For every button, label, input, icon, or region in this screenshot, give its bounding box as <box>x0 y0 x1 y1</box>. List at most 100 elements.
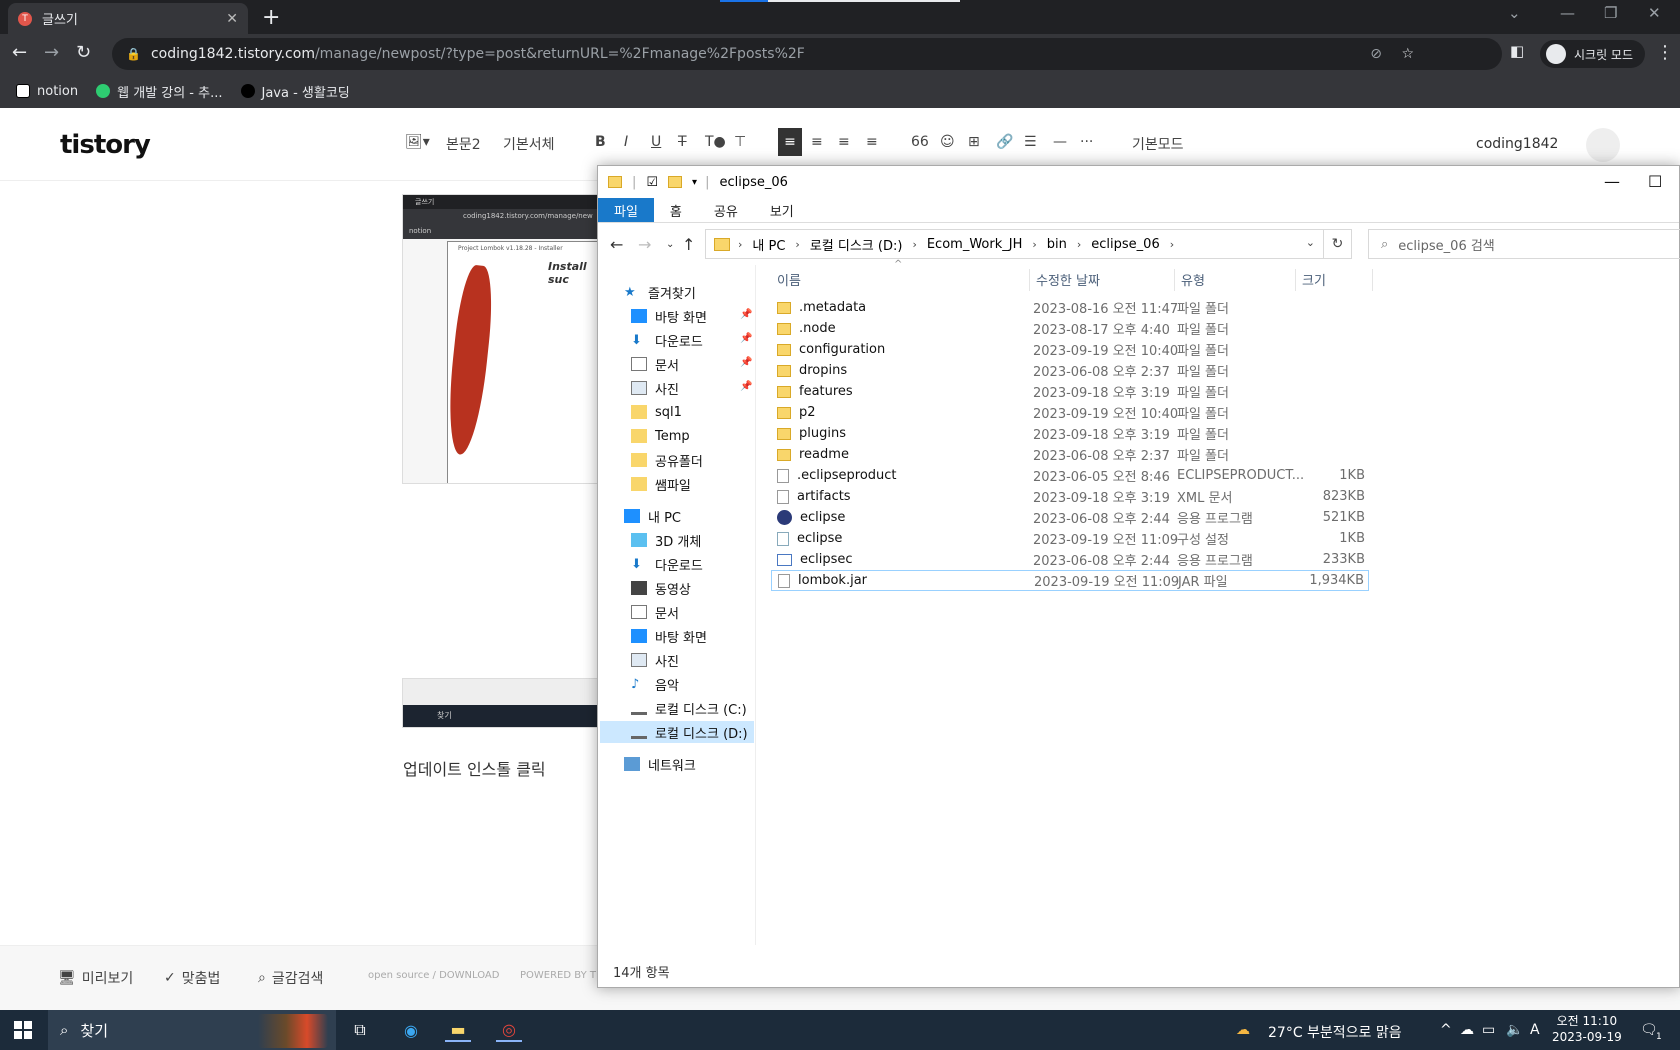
explorer-minimize-icon[interactable]: — <box>1604 172 1620 191</box>
reload-icon[interactable]: ↻ <box>76 42 91 63</box>
font-select[interactable]: 기본서체 <box>503 134 555 154</box>
more-icon[interactable]: ··· <box>1080 134 1093 150</box>
forward-icon[interactable]: → <box>44 42 59 63</box>
column-header-size[interactable]: 크기 <box>1302 267 1326 291</box>
file-row[interactable]: eclipse 2023-06-08 오후 2:44 응용 프로그램 521KB <box>771 507 1369 528</box>
nav-item-music[interactable]: ♪ 음악 <box>631 673 679 695</box>
task-view-icon[interactable]: ⧉ <box>347 1018 373 1042</box>
nav-item-pc-pictures[interactable]: 사진 <box>631 649 679 671</box>
chevron-right-icon[interactable]: › <box>738 238 742 251</box>
screenshot-image-taskbar[interactable]: 찾기 <box>402 678 599 728</box>
chrome-icon[interactable]: ◎ <box>496 1018 522 1042</box>
nav-item-documents[interactable]: 문서 <box>631 353 679 375</box>
menu-icon[interactable]: ⋮ <box>1656 42 1674 63</box>
windows-start-icon[interactable] <box>14 1021 32 1039</box>
quick-access-dropdown-icon[interactable]: ▾ <box>692 177 697 188</box>
file-row[interactable]: eclipse 2023-09-19 오전 11:09 구성 설정 1KB <box>771 528 1369 549</box>
properties-icon[interactable]: ☑ <box>646 175 658 190</box>
nav-network[interactable]: 네트워크 <box>624 753 696 775</box>
close-tab-icon[interactable]: ✕ <box>226 11 238 27</box>
back-icon[interactable]: ← <box>12 42 27 63</box>
text-background-icon[interactable]: ⊤ <box>734 134 746 150</box>
preview-button[interactable]: 🖥 미리보기 <box>58 968 133 988</box>
nav-this-pc[interactable]: 내 PC <box>624 505 681 527</box>
nav-item-3d-objects[interactable]: 3D 개체 <box>631 529 701 551</box>
incognito-badge[interactable]: 시크릿 모드 <box>1540 40 1646 68</box>
tab-write-post[interactable]: T 글쓰기 ✕ <box>8 3 248 34</box>
spellcheck-button[interactable]: ✓ 맞춤법 <box>164 968 220 988</box>
new-tab-icon[interactable]: + <box>262 5 280 30</box>
ribbon-tab-home[interactable]: 홈 <box>654 198 698 222</box>
tab-search-icon[interactable]: ⌄ <box>1508 4 1521 22</box>
edge-icon[interactable]: ◉ <box>398 1018 424 1042</box>
editor-mode-select[interactable]: 기본모드 <box>1132 134 1184 154</box>
column-header-type[interactable]: 유형 <box>1181 267 1205 291</box>
nav-item-pc-documents[interactable]: 문서 <box>631 601 679 623</box>
nav-item-teacher-files[interactable]: 쌤파일 <box>631 473 691 495</box>
back-icon[interactable]: ← <box>610 235 623 254</box>
breadcrumb-this-pc[interactable]: 내 PC <box>752 235 785 254</box>
nav-item-drive-d[interactable]: 로컬 디스크 (D:) <box>600 721 754 743</box>
align-left-icon[interactable]: ≡ <box>778 128 802 156</box>
breadcrumb-eclipse-06[interactable]: eclipse_06 <box>1091 237 1159 252</box>
file-row[interactable]: .node 2023-08-17 오후 4:40 파일 폴더 <box>771 318 1369 339</box>
eye-off-icon[interactable]: ⊘ <box>1370 46 1382 62</box>
link-icon[interactable]: 🔗 <box>996 134 1013 150</box>
file-row[interactable]: .eclipseproduct 2023-06-05 오전 8:46 ECLIPSE… <box>771 465 1369 486</box>
pin-icon[interactable]: 📌 <box>740 357 752 368</box>
file-row[interactable]: features 2023-09-18 오후 3:19 파일 폴더 <box>771 381 1369 402</box>
post-body-text[interactable]: 업데이트 인스톨 클릭 <box>403 756 546 780</box>
explorer-address-bar[interactable]: › 내 PC › 로컬 디스크 (D:) › Ecom_Work_JH › bi… <box>705 229 1324 259</box>
bookmark-star-icon[interactable]: ☆ <box>1401 46 1414 62</box>
nav-item-pictures[interactable]: 사진 <box>631 377 679 399</box>
weather-text[interactable]: 27°C 부분적으로 맑음 <box>1268 1022 1402 1042</box>
pin-icon[interactable]: 📌 <box>740 381 752 392</box>
file-row[interactable]: readme 2023-06-08 오후 2:37 파일 폴더 <box>771 444 1369 465</box>
ribbon-tab-file[interactable]: 파일 <box>598 198 654 222</box>
volume-icon[interactable]: 🔈 <box>1506 1022 1523 1038</box>
strikethrough-icon[interactable]: T <box>678 134 687 150</box>
ribbon-tab-view[interactable]: 보기 <box>754 198 810 222</box>
content-search-button[interactable]: ⌕ 글감검색 <box>258 968 323 988</box>
breadcrumb-ecom-work[interactable]: Ecom_Work_JH <box>927 237 1023 252</box>
tray-chevron-up-icon[interactable]: ^ <box>1440 1022 1452 1038</box>
divider-icon[interactable]: — <box>1053 134 1067 150</box>
chevron-down-icon[interactable]: ⌄ <box>1306 236 1315 249</box>
weather-icon[interactable]: ☁ <box>1236 1022 1250 1038</box>
nav-item-pc-downloads[interactable]: ⬇ 다운로드 <box>631 553 703 575</box>
italic-icon[interactable]: I <box>624 134 628 150</box>
file-row[interactable]: plugins 2023-09-18 오후 3:19 파일 폴더 <box>771 423 1369 444</box>
chevron-right-icon[interactable]: › <box>1077 238 1081 251</box>
side-panel-icon[interactable]: ◧ <box>1510 42 1524 60</box>
tistory-logo[interactable]: tistory <box>60 130 151 160</box>
file-explorer-icon[interactable]: ▬ <box>445 1018 471 1042</box>
table-icon[interactable]: ⊞ <box>968 134 980 150</box>
user-avatar[interactable] <box>1586 128 1620 162</box>
align-justify-icon[interactable]: ≡ <box>866 134 878 150</box>
close-window-icon[interactable]: ✕ <box>1648 4 1661 22</box>
paragraph-style-select[interactable]: 본문2 <box>446 134 481 154</box>
minimize-icon[interactable]: — <box>1560 4 1575 22</box>
image-insert-icon[interactable]: 🖼▾ <box>405 134 430 150</box>
nav-item-desktop[interactable]: 바탕 화면 <box>631 305 707 327</box>
bookmark-web-course[interactable]: 웹 개발 강의 - 추... <box>96 82 223 101</box>
opensource-link[interactable]: open source / DOWNLOAD <box>368 970 499 981</box>
align-center-icon[interactable]: ≡ <box>811 134 823 150</box>
recent-locations-icon[interactable]: ⌄ <box>666 239 674 250</box>
nav-item-shared[interactable]: 공유폴더 <box>631 449 703 471</box>
file-row[interactable]: configuration 2023-09-19 오전 10:40 파일 폴더 <box>771 339 1369 360</box>
underline-icon[interactable]: U <box>651 134 661 150</box>
nav-item-temp[interactable]: Temp <box>631 425 690 447</box>
refresh-icon[interactable]: ↻ <box>1324 229 1352 259</box>
nav-quick-access[interactable]: ★ 즐겨찾기 <box>624 281 696 303</box>
column-header-name[interactable]: 이름 <box>777 267 801 291</box>
file-row[interactable]: p2 2023-09-19 오전 10:40 파일 폴더 <box>771 402 1369 423</box>
chevron-right-icon[interactable]: › <box>795 238 799 251</box>
chevron-right-icon[interactable]: › <box>1032 238 1036 251</box>
onedrive-icon[interactable]: ☁ <box>1460 1022 1474 1038</box>
bold-icon[interactable]: B <box>595 134 606 150</box>
bookmark-notion[interactable]: notion <box>16 84 78 99</box>
pin-icon[interactable]: 📌 <box>740 333 752 344</box>
chevron-right-icon[interactable]: › <box>912 238 916 251</box>
new-folder-icon[interactable] <box>668 176 683 188</box>
